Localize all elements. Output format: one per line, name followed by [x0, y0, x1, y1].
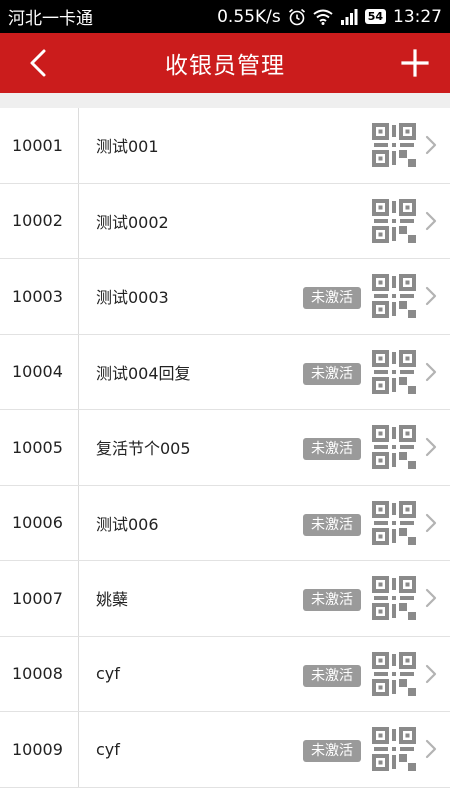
cashier-id: 10005 — [0, 410, 79, 485]
qr-code-icon[interactable] — [372, 425, 416, 469]
network-speed: 0.55K/s — [217, 6, 281, 27]
qr-code-icon[interactable] — [372, 727, 416, 771]
qr-code-icon[interactable] — [372, 576, 416, 620]
chevron-left-icon — [30, 49, 46, 77]
cashier-id: 10004 — [0, 334, 79, 409]
cashier-row[interactable]: 10003 测试0003 未激活 — [0, 259, 450, 335]
status-indicators: 0.55K/s 54 13:27 — [217, 7, 442, 27]
cashier-id: 10003 — [0, 259, 79, 334]
cashier-row[interactable]: 10008 cyf 未激活 — [0, 636, 450, 712]
cashier-list: 10001 测试001 10002 测试0002 10003 测试0003 未激… — [0, 108, 450, 800]
alarm-icon — [288, 8, 306, 26]
chevron-right-icon — [425, 513, 437, 532]
signal-icon — [340, 8, 358, 25]
inactive-badge: 未激活 — [303, 287, 361, 309]
cashier-id: 10007 — [0, 561, 79, 636]
cashier-id: 10002 — [0, 183, 79, 258]
chevron-right-icon — [425, 362, 437, 381]
inactive-badge: 未激活 — [303, 740, 361, 762]
inactive-badge: 未激活 — [303, 513, 361, 536]
inactive-badge: 未激活 — [303, 589, 361, 611]
app-bar: 收银员管理 — [0, 33, 450, 93]
qr-code-icon[interactable] — [372, 500, 416, 545]
chevron-right-icon — [425, 135, 437, 155]
battery-icon: 54 — [364, 9, 386, 24]
clock: 13:27 — [393, 6, 442, 27]
cashier-row[interactable]: 10001 测试001 — [0, 108, 450, 184]
plus-icon — [401, 49, 429, 77]
cashier-id: 10008 — [0, 636, 79, 711]
chevron-right-icon — [425, 739, 437, 759]
inactive-badge: 未激活 — [303, 362, 361, 385]
chevron-right-icon — [425, 437, 437, 457]
qr-code-icon[interactable] — [372, 274, 416, 318]
chevron-right-icon — [425, 211, 437, 230]
qr-code-icon[interactable] — [372, 123, 416, 167]
chevron-right-icon — [425, 286, 437, 306]
chevron-right-icon — [425, 588, 437, 608]
cashier-row[interactable]: 10004 测试004回复 未激活 — [0, 334, 450, 410]
cashier-row[interactable]: 10005 复活节个005 未激活 — [0, 410, 450, 486]
qr-code-icon[interactable] — [372, 349, 416, 394]
wifi-icon — [313, 9, 333, 25]
carrier-label: 河北一卡通 — [8, 9, 93, 29]
cashier-id: 10009 — [0, 712, 79, 787]
page-title: 收银员管理 — [165, 53, 285, 79]
inactive-badge: 未激活 — [303, 664, 361, 687]
back-button[interactable] — [24, 47, 54, 79]
chevron-right-icon — [425, 664, 437, 683]
qr-code-icon[interactable] — [372, 198, 416, 243]
cashier-id: 10006 — [0, 485, 79, 560]
qr-code-icon[interactable] — [372, 651, 416, 696]
cashier-row[interactable]: 10009 cyf 未激活 — [0, 712, 450, 788]
status-bar: 河北一卡通 0.55K/s 54 13:27 — [0, 0, 450, 33]
cashier-row[interactable]: 10002 测试0002 — [0, 183, 450, 259]
cashier-row[interactable]: 10007 姚蘖 未激活 — [0, 561, 450, 637]
cashier-id: 10001 — [0, 108, 79, 183]
list-top-spacer — [0, 93, 450, 108]
cashier-row[interactable]: 10006 测试006 未激活 — [0, 485, 450, 561]
inactive-badge: 未激活 — [303, 438, 361, 460]
add-cashier-button[interactable] — [400, 46, 430, 80]
